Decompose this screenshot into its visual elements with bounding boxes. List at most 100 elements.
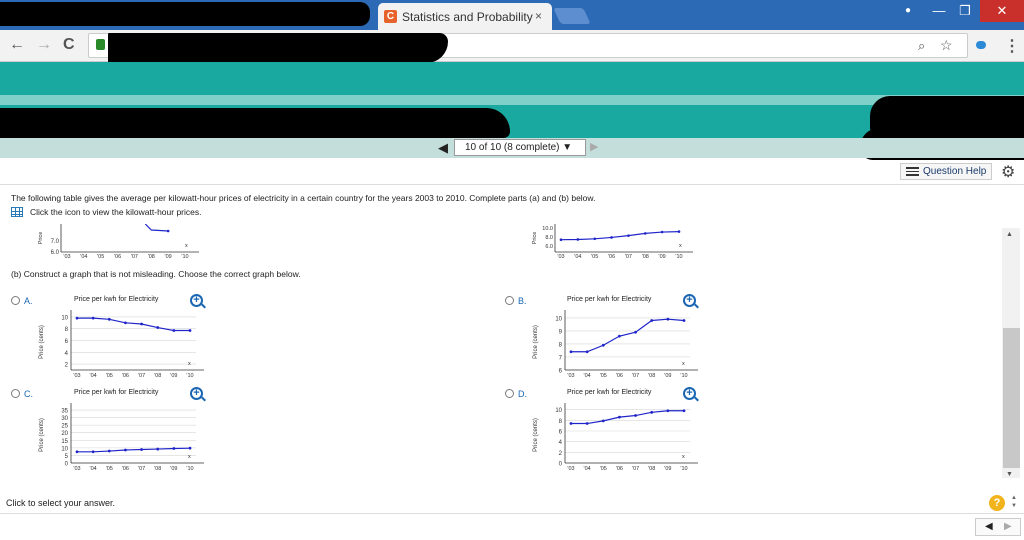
x-tick-label: '10 [680, 466, 687, 472]
gear-icon[interactable]: ⚙ [1001, 162, 1015, 182]
y-tick-label: 4 [559, 440, 563, 446]
data-point [188, 446, 192, 450]
option-d-zoom-icon[interactable]: + [683, 387, 696, 400]
x-tick-label: '09 [165, 254, 172, 260]
x-tick-label: '05 [600, 466, 607, 472]
x-tick-label: '06 [608, 254, 615, 260]
y-tick-label: 10 [555, 316, 562, 322]
x-tick-label: '03 [63, 254, 70, 260]
y-tick-label: 5 [65, 454, 69, 460]
page-next-icon[interactable]: ▶ [1004, 521, 1012, 532]
data-point [682, 319, 686, 322]
x-tick-label: '09 [664, 466, 671, 472]
redacted-region [108, 33, 448, 63]
x-tick-label: '05 [97, 254, 104, 260]
tab-close-icon[interactable]: × [535, 9, 542, 23]
data-point [172, 329, 176, 332]
y-tick-label: 15 [61, 439, 68, 445]
next-question-button[interactable]: ▶ [590, 140, 598, 153]
minimize-button[interactable]: — [928, 0, 950, 22]
data-point [569, 422, 573, 425]
data-point [643, 232, 647, 235]
scroll-down-icon[interactable]: ▼ [1006, 471, 1013, 478]
partial-chart-left: Price '03 '04 '05 '06 '07 '08 '09 '10 x 6.0 7.0 [38, 224, 199, 260]
table-icon[interactable] [11, 207, 23, 217]
x-axis-label: x [188, 454, 191, 460]
x-tick-label: '09 [170, 466, 177, 472]
option-c-zoom-icon[interactable]: + [190, 387, 203, 400]
data-point [650, 319, 654, 322]
y-tick-label: 10 [61, 446, 68, 452]
chart-option-c[interactable]: Price (cents) 0 5 1015 2025 3035 x '03 '04 '05 '06… [36, 401, 211, 475]
reload-icon[interactable]: C [63, 36, 75, 54]
x-tick-label: '03 [73, 373, 80, 379]
option-a[interactable]: A. [11, 296, 33, 306]
chart-option-a[interactable]: Price (cents) 2 4 6 8 10 x '03 '04 '05 '06 '07 '08 '0… [36, 308, 211, 382]
y-tick-label: 0 [559, 462, 563, 468]
bookmark-star-icon[interactable]: ☆ [940, 37, 953, 54]
help-icon[interactable]: ? [989, 495, 1005, 511]
data-point [634, 330, 637, 334]
user-profile-icon[interactable]: ● [900, 0, 916, 22]
chart-option-d[interactable]: Price (cents) 0 2 4 6 8 10 x '03 '04 '05 '06 '07 '08 '… [530, 401, 705, 475]
option-b-title: Price per kwh for Electricity [567, 296, 652, 303]
series-line [144, 224, 169, 232]
option-d[interactable]: D. [505, 389, 527, 399]
x-tick-label: '06 [122, 466, 129, 472]
close-window-button[interactable]: ✕ [980, 0, 1024, 22]
option-c[interactable]: C. [11, 389, 33, 399]
x-tick-label: '04 [90, 466, 97, 472]
question-help-button[interactable]: Question Help [900, 163, 992, 180]
back-arrow-icon[interactable]: ← [9, 36, 25, 54]
y-tick-label: 2 [559, 451, 563, 457]
y-tick-label: 6.0 [545, 244, 553, 250]
option-d-radio[interactable] [505, 389, 514, 398]
forward-arrow-icon[interactable]: → [36, 36, 52, 54]
previous-question-button[interactable]: ◀ [438, 140, 448, 156]
page-prev-icon[interactable]: ◀ [985, 521, 993, 532]
data-point [634, 414, 637, 417]
x-tick-label: '10 [680, 373, 687, 379]
y-tick-label: 6 [65, 339, 69, 345]
banner-stripe [0, 95, 1024, 105]
maximize-button[interactable]: ❐ [954, 0, 976, 22]
partial-chart-right: Price '03 '04 '05 '06 '07 '08 '09 '10 x 6.0 8.0 10.0 [532, 224, 693, 260]
x-tick-label: '07 [131, 254, 138, 260]
y-axis-label: Price [532, 232, 538, 245]
y-axis-label: Price (cents) [533, 325, 539, 359]
x-tick-label: '04 [574, 254, 581, 260]
y-tick-label: 0 [65, 462, 69, 468]
browser-tab[interactable]: C Statistics and Probability × [378, 3, 552, 30]
zoom-icon[interactable]: ⌕ [918, 38, 925, 54]
data-table-link[interactable]: Click the icon to view the kilowatt-hour… [30, 207, 202, 217]
question-selector[interactable]: 10 of 10 (8 complete) ▼ [454, 139, 586, 156]
data-point [107, 317, 111, 321]
data-point [618, 334, 621, 338]
option-d-title: Price per kwh for Electricity [567, 389, 652, 396]
scrollbar-thumb[interactable] [1003, 328, 1020, 468]
data-point [576, 238, 580, 241]
y-axis-label: Price [38, 232, 44, 245]
option-c-radio[interactable] [11, 389, 20, 398]
option-b[interactable]: B. [505, 296, 527, 306]
scroll-up-icon[interactable]: ▲ [1006, 231, 1013, 238]
option-a-zoom-icon[interactable]: + [190, 294, 203, 307]
y-tick-label: 10 [555, 408, 562, 414]
y-tick-label: 30 [61, 416, 68, 422]
x-tick-label: '04 [80, 254, 87, 260]
x-tick-label: '08 [648, 466, 655, 472]
data-point [677, 230, 681, 233]
option-b-radio[interactable] [505, 296, 514, 305]
option-a-radio[interactable] [11, 296, 20, 305]
option-b-zoom-icon[interactable]: + [683, 294, 696, 307]
data-point [166, 229, 170, 233]
option-c-letter: C. [24, 389, 33, 399]
browser-menu-icon[interactable]: ⋮ [1004, 36, 1020, 56]
extension-icon[interactable] [976, 41, 986, 49]
question-intro: The following table gives the average pe… [11, 193, 596, 203]
chart-option-b[interactable]: Price (cents) 6 7 8 9 10 x '03 '04 '05 '06 '07 '08 '0… [530, 308, 705, 382]
help-spinner-icon[interactable]: ▲ ▼ [1011, 494, 1017, 510]
data-point [124, 448, 127, 452]
x-tick-label: '06 [616, 373, 623, 379]
lock-icon [96, 39, 105, 50]
